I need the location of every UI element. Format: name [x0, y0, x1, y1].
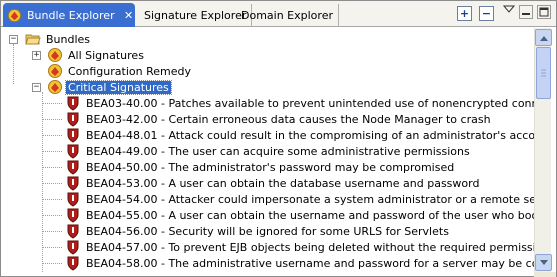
bundle-explorer-view: Bundle Explorer ✕ Signature Explorer Dom… [0, 0, 557, 277]
tree-connector [42, 231, 62, 232]
close-icon[interactable]: ✕ [123, 9, 135, 22]
vertical-scrollbar[interactable] [534, 28, 552, 272]
minimize-icon[interactable] [519, 5, 533, 19]
signature-label: BEA04-57.00 - To prevent EJB objects bei… [86, 240, 534, 254]
expand-all-icon[interactable]: + [457, 6, 472, 21]
tree-node-signature[interactable]: BEA04-57.00 - To prevent EJB objects bei… [42, 239, 534, 255]
tree-connector [42, 151, 62, 152]
expand-toggle[interactable]: + [32, 51, 41, 60]
bundle-icon [48, 64, 62, 78]
folder-open-icon [25, 34, 41, 45]
scroll-up-arrow-icon[interactable] [535, 29, 552, 46]
collapse-all-icon[interactable]: − [479, 6, 494, 21]
bundle-tree: − Bundles + All Signatures Configuration… [2, 28, 534, 272]
shield-icon [67, 256, 79, 271]
signature-label: BEA03-42.00 - Certain erroneous data cau… [86, 112, 491, 126]
tree-node-signature[interactable]: BEA03-42.00 - Certain erroneous data cau… [42, 111, 493, 127]
shield-icon [67, 128, 79, 143]
tree-node-label: Configuration Remedy [68, 64, 191, 78]
signature-label: BEA04-53.00 - A user can obtain the data… [86, 176, 480, 190]
tree-node-label: Bundles [46, 32, 91, 46]
tree-connector [42, 167, 62, 168]
tree-connector [42, 135, 62, 136]
tree-node-bundles[interactable]: Bundles [25, 31, 92, 47]
tree-node-signature[interactable]: BEA04-50.00 - The administrator's passwo… [42, 159, 456, 175]
signature-label: BEA04-58.00 - The administrative usernam… [86, 256, 534, 270]
bundle-icon [48, 80, 62, 94]
tree-node-signature[interactable]: BEA04-55.00 - A user can obtain the user… [42, 207, 534, 223]
shield-icon [67, 144, 79, 159]
shield-icon [67, 96, 79, 111]
chevron-down-icon[interactable] [503, 4, 515, 14]
scrollbar-corner [534, 272, 556, 277]
tree-node-label: Critical Signatures [65, 79, 172, 95]
signature-label: BEA04-56.00 - Security will be ignored f… [86, 224, 449, 238]
bundle-icon [7, 8, 22, 22]
shield-icon [67, 240, 79, 255]
signature-label: BEA03-40.00 - Patches available to preve… [86, 96, 534, 110]
shield-icon [67, 176, 79, 191]
tree-connector [42, 119, 62, 120]
maximize-icon[interactable] [537, 5, 551, 19]
tree-connector [42, 263, 62, 264]
tree-node-signature[interactable]: BEA04-48.01 - Attack could result in the… [42, 127, 534, 143]
tree-node-signature[interactable]: BEA04-53.00 - A user can obtain the data… [42, 175, 481, 191]
tree-connector [42, 103, 62, 104]
tree-node-signature[interactable]: BEA04-56.00 - Security will be ignored f… [42, 223, 451, 239]
tab-domain-explorer[interactable]: Domain Explorer [236, 4, 339, 27]
scroll-down-arrow-icon[interactable] [535, 254, 552, 271]
tree-node-configuration-remedy[interactable]: Configuration Remedy [47, 63, 193, 79]
signature-label: BEA04-54.00 - Attacker could impersonate… [86, 192, 534, 206]
tree-connector [13, 44, 14, 84]
scrollbar-thumb[interactable] [536, 47, 551, 99]
signature-label: BEA04-50.00 - The administrator's passwo… [86, 160, 455, 174]
signature-label: BEA04-55.00 - A user can obtain the user… [86, 208, 534, 222]
tree-connector [42, 199, 62, 200]
tree-node-critical-signatures[interactable]: Critical Signatures [47, 79, 172, 95]
shield-icon [67, 224, 79, 239]
shield-icon [67, 160, 79, 175]
tab-bundle-explorer[interactable]: Bundle Explorer ✕ [3, 3, 135, 27]
tree-connector [42, 215, 62, 216]
tab-bar: Bundle Explorer ✕ Signature Explorer Dom… [1, 1, 556, 27]
tree-connector [42, 247, 62, 248]
tree-node-signature[interactable]: BEA04-58.00 - The administrative usernam… [42, 255, 534, 271]
tab-domain-explorer-label: Domain Explorer [241, 9, 333, 22]
signature-label: BEA04-49.00 - The user can acquire some … [86, 144, 470, 158]
tree-node-signature[interactable]: BEA03-40.00 - Patches available to preve… [42, 95, 534, 111]
shield-icon [67, 112, 79, 127]
tab-bundle-explorer-label: Bundle Explorer [27, 8, 115, 22]
tree-connector [42, 183, 62, 184]
shield-icon [67, 208, 79, 223]
shield-icon [67, 192, 79, 207]
collapse-toggle[interactable]: − [9, 35, 18, 44]
collapse-toggle[interactable]: − [32, 83, 41, 92]
tree-node-all-signatures[interactable]: All Signatures [47, 47, 146, 63]
tree-node-signature[interactable]: BEA04-49.00 - The user can acquire some … [42, 143, 472, 159]
bundle-icon [48, 48, 62, 62]
tree-node-label: All Signatures [68, 48, 144, 62]
tree-node-signature[interactable]: BEA04-54.00 - Attacker could impersonate… [42, 191, 534, 207]
signature-label: BEA04-48.01 - Attack could result in the… [86, 128, 534, 142]
tab-signature-explorer-label: Signature Explorer [144, 9, 247, 22]
